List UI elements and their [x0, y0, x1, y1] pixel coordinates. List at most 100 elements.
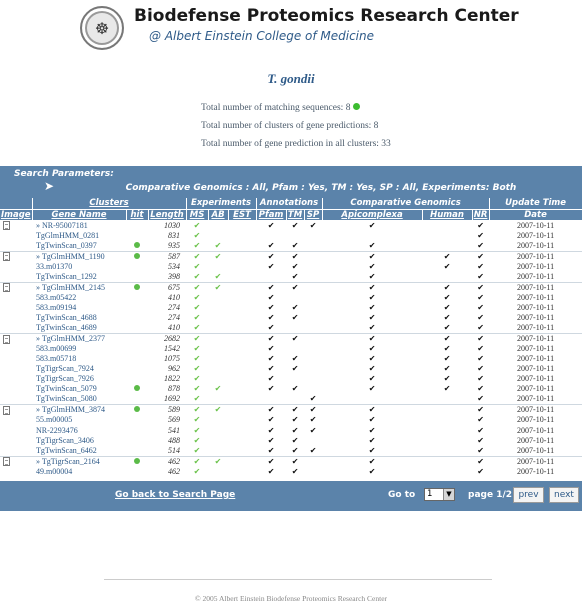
apico-cell: ✔ [322, 384, 422, 394]
ab-cell [208, 313, 228, 323]
green-check-icon: ✔ [193, 230, 201, 240]
pfam-cell: ✔ [256, 364, 286, 374]
green-check-icon: ✔ [193, 312, 201, 322]
tm-cell: ✔ [286, 384, 304, 394]
gene-name-link[interactable]: TgTwinScan_6462 [32, 446, 126, 457]
green-check-icon: ✔ [214, 251, 222, 261]
black-check-icon: ✔ [477, 292, 484, 302]
image-cell [0, 231, 32, 241]
col-hit[interactable]: hit [126, 209, 149, 221]
date-cell: 2007-10-11 [489, 404, 582, 416]
gene-name-link[interactable]: TgTwinScan_4688 [32, 313, 126, 323]
gene-name-link[interactable]: TgTwinScan_4689 [32, 323, 126, 334]
black-check-icon: ✔ [477, 384, 484, 394]
col-human[interactable]: Human [422, 209, 473, 221]
sp-cell [304, 241, 322, 252]
gene-name-link[interactable]: TgTwinScan_5080 [32, 394, 126, 405]
black-check-icon: ✔ [291, 445, 299, 455]
back-to-search-link[interactable]: Go back to Search Page [115, 490, 235, 500]
next-button[interactable]: next [549, 486, 579, 503]
tm-cell: ✔ [286, 313, 304, 323]
col-est[interactable]: EST [228, 209, 257, 221]
gene-name-link[interactable]: 49.m00004 [32, 467, 126, 477]
human-cell [422, 415, 472, 425]
gene-name-link[interactable]: » TgGlmHMM_3874 [32, 404, 126, 416]
black-check-icon: ✔ [291, 415, 299, 425]
col-pfam[interactable]: Pfam [256, 209, 287, 221]
col-ab[interactable]: AB [208, 209, 229, 221]
gene-name-link[interactable]: » TgGlmHMM_2145 [32, 281, 126, 293]
ms-cell: ✔ [186, 293, 208, 303]
dropdown-arrow-icon[interactable]: ▼ [443, 488, 454, 500]
length-cell: 410 [168, 292, 181, 302]
col-image[interactable]: Image [0, 209, 33, 221]
green-dot-icon [353, 103, 361, 110]
apico-cell: ✔ [322, 364, 422, 374]
document-icon[interactable] [3, 406, 10, 416]
image-cell [0, 394, 32, 405]
black-check-icon: ✔ [309, 405, 317, 415]
gene-name-link[interactable]: » TgTigrScan_2164 [32, 455, 126, 467]
length-cell: 1030 [148, 219, 187, 231]
black-check-icon: ✔ [368, 384, 376, 394]
date-cell: 2007-10-11 [517, 445, 555, 455]
length-cell: 962 [168, 364, 181, 374]
gene-name-link[interactable]: NR-2293476 [32, 426, 126, 436]
est-cell [228, 344, 256, 354]
green-check-icon: ✔ [193, 405, 201, 415]
gene-name-link[interactable]: TgTwinScan_1292 [32, 272, 126, 283]
gene-name-link[interactable]: » NR-95007181 [32, 219, 126, 231]
gene-name-link[interactable]: TgTwinScan_0397 [32, 241, 126, 252]
green-check-icon: ✔ [193, 415, 201, 425]
document-icon[interactable] [3, 283, 10, 293]
est-cell [228, 364, 256, 374]
black-check-icon: ✔ [267, 364, 275, 374]
date-cell: 2007-10-11 [517, 302, 555, 312]
document-icon[interactable] [3, 334, 10, 344]
image-cell [0, 272, 32, 283]
apico-cell: ✔ [322, 374, 422, 384]
gene-name-link[interactable]: » TgGlmHMM_1190 [32, 250, 126, 262]
image-cell [0, 446, 32, 457]
col-length[interactable]: Length [148, 209, 187, 221]
ms-cell: ✔ [186, 281, 209, 293]
human-cell [422, 272, 472, 283]
col-tm[interactable]: TM [286, 209, 305, 221]
est-cell [228, 332, 257, 344]
col-ms[interactable]: MS [186, 209, 209, 221]
prev-button[interactable]: prev [513, 486, 544, 503]
length-cell: 514 [168, 445, 181, 455]
tm-cell: ✔ [286, 404, 305, 416]
col-apicomplexa[interactable]: Apicomplexa [322, 209, 423, 221]
gene-name-link[interactable]: 583.m05718 [32, 354, 126, 364]
black-check-icon: ✔ [477, 240, 484, 250]
document-icon[interactable] [3, 252, 10, 262]
hit-cell [126, 436, 148, 446]
gene-name-link[interactable]: 33.m01370 [32, 262, 126, 272]
col-gene-name[interactable]: Gene Name [32, 209, 127, 221]
tm-cell: ✔ [286, 272, 304, 283]
tm-cell [286, 394, 304, 405]
green-check-icon: ✔ [214, 456, 222, 466]
black-check-icon: ✔ [477, 312, 484, 322]
apico-cell: ✔ [322, 467, 422, 477]
gene-name-link[interactable]: » TgGlmHMM_2377 [32, 332, 126, 344]
gene-name-link[interactable]: 55.m00005 [32, 415, 126, 425]
gene-name-link[interactable]: TgTigrScan_7926 [32, 374, 126, 384]
document-icon[interactable] [3, 221, 10, 231]
nr-cell: ✔ [472, 293, 489, 303]
clusters-group-header[interactable]: Clusters [32, 198, 187, 210]
est-cell [228, 354, 256, 364]
gene-name-link[interactable]: TgGlmHMM_0281 [32, 231, 126, 241]
col-sp[interactable]: SP [304, 209, 323, 221]
gene-name-link[interactable]: TgTigrScan_3406 [32, 436, 126, 446]
page-header: ☸ Biodefense Proteomics Research Center … [0, 0, 582, 52]
gene-name-link[interactable]: 583.m00699 [32, 344, 126, 354]
gene-name-link[interactable]: 583.m05422 [32, 293, 126, 303]
gene-name-link[interactable]: 583.m09194 [32, 303, 126, 313]
document-icon[interactable] [3, 457, 10, 467]
gene-name-link[interactable]: TgTwinScan_5079 [32, 384, 126, 394]
page-select[interactable]: 1 ▼ [424, 487, 455, 501]
gene-name-link[interactable]: TgTigrScan_7924 [32, 364, 126, 374]
col-nr[interactable]: NR [472, 209, 490, 221]
